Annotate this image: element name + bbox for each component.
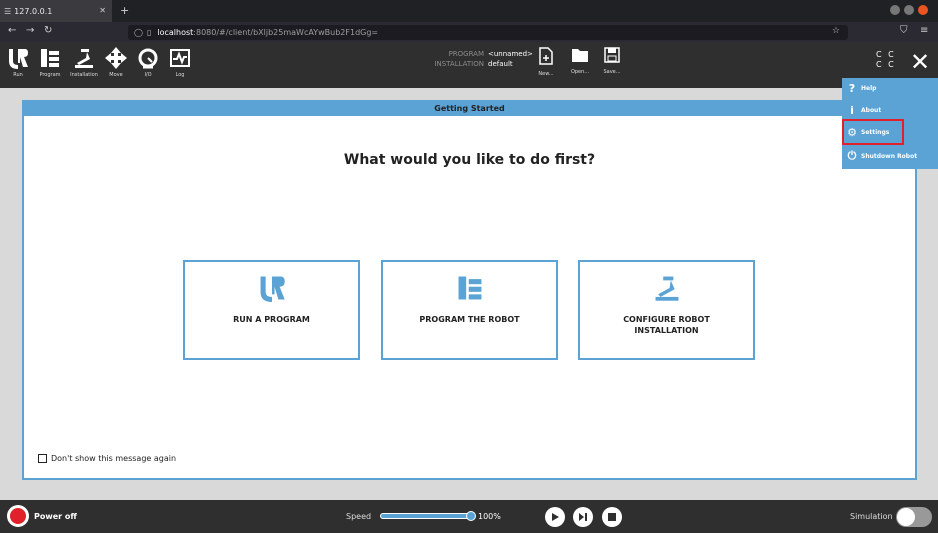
program-info-labels: PROGRAM INSTALLATION: [428, 49, 484, 69]
page-icon: ▯: [146, 28, 152, 37]
url-path: :8080/#/client/bXljb25maWcAYwBub2F1dGg=: [193, 28, 379, 37]
dont-show-checkbox[interactable]: [38, 454, 47, 463]
tab-menu-icon: ☰: [4, 6, 12, 16]
step-button[interactable]: [573, 507, 593, 527]
tab-run-label: Run: [13, 72, 23, 78]
shield-icon: ◯: [134, 28, 143, 37]
tab-log[interactable]: Log: [164, 44, 196, 86]
program-tree-icon: [34, 44, 66, 72]
menu-help-label: Help: [861, 84, 877, 92]
installation-name: default: [488, 60, 513, 68]
installation-label: INSTALLATION: [434, 60, 484, 68]
url-host: localhost: [157, 28, 194, 37]
tab-run[interactable]: Run: [2, 44, 34, 86]
tab-io[interactable]: I/O: [132, 44, 164, 86]
save-label: Save...: [603, 69, 621, 75]
bookmark-star-icon[interactable]: ☆: [832, 26, 840, 36]
forward-arrow-icon[interactable]: →: [26, 25, 34, 36]
url-bar[interactable]: ◯ ▯ localhost:8080/#/client/bXljb25maWcA…: [128, 25, 848, 40]
close-window-icon[interactable]: [918, 5, 928, 15]
tab-installation-label: Installation: [70, 72, 98, 78]
robot-footer: Power off Speed 100% Simulation: [0, 500, 938, 533]
settings-highlight-box: [842, 119, 904, 145]
tab-program-label: Program: [39, 72, 61, 78]
cc-line-1: C C: [876, 50, 896, 59]
menu-item-help[interactable]: ? Help: [846, 78, 934, 98]
tab-close-icon[interactable]: ✕: [99, 6, 106, 15]
io-gauge-icon: [132, 44, 164, 72]
simulation-toggle[interactable]: [896, 507, 932, 527]
robot-arm-icon: [68, 44, 100, 72]
tab-move[interactable]: Move: [100, 44, 132, 86]
program-tree-icon: [383, 274, 556, 304]
robot-header: Run Program Installation Move I/O Log PR…: [0, 42, 938, 88]
program-name: <unnamed>: [488, 50, 533, 58]
stop-button[interactable]: [602, 507, 622, 527]
menu-shutdown-label: Shutdown Robot: [861, 152, 918, 160]
program-label: PROGRAM: [448, 50, 484, 58]
power-status-icon[interactable]: [7, 505, 29, 527]
browser-tab-title: 127.0.0.1: [14, 6, 53, 16]
simulation-label: Simulation: [850, 512, 893, 521]
save-button[interactable]: Save...: [600, 47, 624, 83]
new-button[interactable]: New...: [534, 47, 558, 83]
close-menu-icon[interactable]: ✕: [910, 50, 930, 74]
tab-io-label: I/O: [144, 72, 152, 78]
browser-navbar: ← → ↻ ◯ ▯ localhost:8080/#/client/bXljb2…: [0, 22, 938, 42]
new-file-icon: [539, 47, 553, 65]
run-program-label: RUN A PROGRAM: [233, 315, 310, 324]
robot-arm-icon: [580, 274, 753, 304]
browser-menu-icon[interactable]: ≡: [920, 25, 928, 36]
pocket-icon[interactable]: ⛉: [900, 25, 908, 36]
new-tab-icon[interactable]: +: [120, 4, 129, 17]
back-arrow-icon[interactable]: ←: [8, 25, 16, 36]
run-program-button[interactable]: RUN A PROGRAM: [183, 260, 360, 360]
tab-program[interactable]: Program: [34, 44, 66, 86]
program-info-values: <unnamed> default: [488, 49, 533, 69]
program-robot-label: PROGRAM THE ROBOT: [419, 315, 520, 324]
getting-started-dialog: Getting Started What would you like to d…: [22, 100, 917, 480]
save-disk-icon: [604, 47, 620, 63]
power-icon: ⏻: [847, 149, 857, 162]
speed-slider-handle[interactable]: [466, 511, 476, 521]
open-button[interactable]: Open...: [568, 47, 592, 83]
dont-show-row[interactable]: Don't show this message again: [38, 454, 176, 463]
maximize-window-icon[interactable]: [904, 5, 914, 15]
step-icon: [579, 513, 587, 521]
cc-indicator: C C C C: [876, 50, 896, 70]
ur-logo-icon: [2, 44, 34, 72]
open-label: Open...: [570, 69, 590, 75]
info-icon: i: [850, 103, 854, 117]
help-icon: ?: [848, 81, 856, 95]
log-chart-icon: [164, 44, 196, 72]
new-label: New...: [538, 71, 554, 77]
tab-move-label: Move: [109, 72, 123, 78]
move-arrows-icon: [100, 44, 132, 72]
dialog-question: What would you like to do first?: [343, 152, 596, 168]
speed-label: Speed: [346, 512, 372, 521]
browser-tabbar: ☰ 127.0.0.1 ✕ +: [0, 0, 938, 22]
program-robot-button[interactable]: PROGRAM THE ROBOT: [381, 260, 558, 360]
configure-installation-label: CONFIGURE ROBOT INSTALLATION: [623, 315, 710, 335]
menu-item-about[interactable]: i About: [846, 100, 934, 120]
play-icon: [552, 513, 559, 521]
tab-installation[interactable]: Installation: [68, 44, 100, 86]
speed-value: 100%: [478, 512, 501, 521]
reload-icon[interactable]: ↻: [44, 25, 52, 36]
play-button[interactable]: [545, 507, 565, 527]
cc-line-2: C C: [876, 60, 896, 69]
menu-about-label: About: [861, 106, 882, 114]
folder-icon: [572, 49, 588, 62]
browser-tab[interactable]: ☰ 127.0.0.1 ✕: [0, 0, 112, 22]
dont-show-label: Don't show this message again: [51, 454, 177, 463]
tab-log-label: Log: [175, 72, 185, 78]
speed-slider[interactable]: [380, 513, 472, 519]
configure-installation-button[interactable]: CONFIGURE ROBOT INSTALLATION: [578, 260, 755, 360]
minimize-window-icon[interactable]: [890, 5, 900, 15]
menu-item-shutdown[interactable]: ⏻ Shutdown Robot: [846, 146, 934, 166]
power-label[interactable]: Power off: [34, 512, 77, 521]
stop-icon: [608, 513, 616, 521]
dialog-title: Getting Started: [24, 102, 915, 116]
ur-logo-icon: [185, 274, 358, 304]
